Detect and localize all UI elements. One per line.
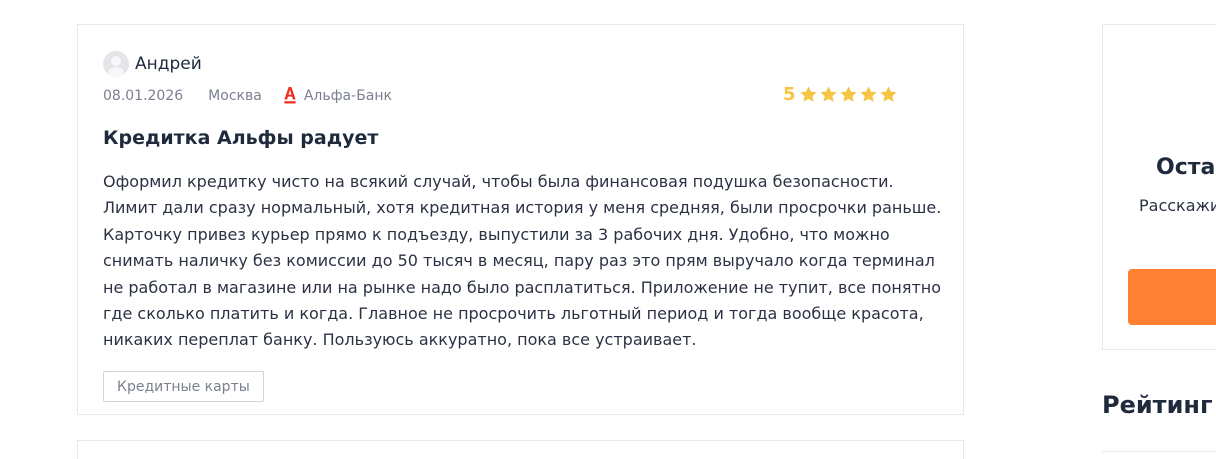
review-rating: 5 [783, 84, 899, 105]
alfa-bank-logo-icon [284, 87, 296, 104]
review-card [77, 440, 964, 459]
review-text: Оформил кредитку чисто на всякий случай,… [103, 172, 942, 350]
bank-name: Альфа-Банк [303, 87, 392, 104]
rating-heading: Рейтинг [1102, 391, 1213, 419]
category-tag[interactable]: Кредитные карты [103, 371, 264, 402]
review-author: Андрей [103, 51, 202, 77]
leave-review-title: Оста [1156, 155, 1216, 180]
star-icon [859, 86, 877, 102]
bank-link[interactable]: Альфа-Банк [284, 87, 392, 104]
divider [1102, 451, 1216, 452]
leave-review-button[interactable] [1128, 269, 1216, 325]
review-meta: 08.01.2026 Москва Альфа-Банк [103, 87, 392, 104]
review-title[interactable]: Кредитка Альфы радует [103, 127, 378, 149]
review-date: 08.01.2026 [103, 87, 184, 104]
leave-review-card: Оста Расскажи [1102, 24, 1216, 350]
star-icon [799, 86, 817, 102]
star-icon [819, 86, 837, 102]
review-city: Москва [208, 87, 262, 104]
rating-stars [799, 85, 899, 104]
star-icon [879, 86, 897, 102]
avatar [103, 51, 129, 77]
review-card: Андрей 08.01.2026 Москва Альфа-Банк 5 Кр… [77, 24, 964, 415]
leave-review-text: Расскажи [1139, 196, 1216, 215]
star-icon [839, 86, 857, 102]
rating-value: 5 [783, 84, 796, 105]
author-name: Андрей [135, 54, 202, 74]
